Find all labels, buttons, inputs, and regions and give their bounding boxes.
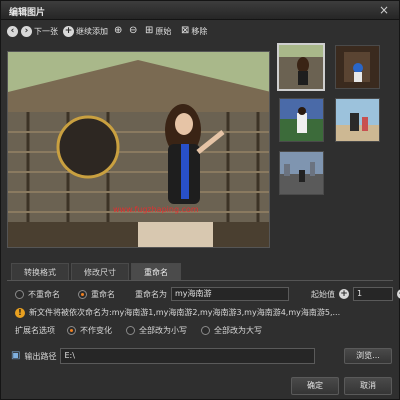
zoom-out-icon: ⊖ (129, 25, 138, 36)
no-rename-radio[interactable] (15, 289, 24, 299)
rename-preview-text: 新文件将被依次命名为:my海南游1,my海南游2,my海南游3,my海南游4,m… (29, 308, 341, 317)
next-button[interactable]: › 下一张 (21, 24, 58, 38)
no-rename-label: 不重命名 (28, 289, 60, 299)
rename-panel: 不重命名 重命名 重命名为 my海南游 起始值 + 1 − ! 新文件将被依次命… (7, 280, 400, 342)
edit-image-dialog: 编辑图片 × ‹ › 下一张 + 继续添加 ⊕ ⊖ ⊞ 原始 ⊠ 移除 www.… (0, 0, 400, 400)
start-value-input[interactable]: 1 (353, 287, 393, 301)
tab-convert-format[interactable]: 转换格式 (11, 263, 69, 281)
zoom-in-icon: ⊕ (114, 25, 123, 36)
ext-lower-radio[interactable] (126, 326, 135, 335)
rename-label: 重命名 (91, 289, 115, 299)
extension-label: 扩展名选项 (15, 326, 55, 335)
folder-icon: ▣ (11, 350, 21, 361)
arrow-left-icon: ‹ (7, 25, 18, 37)
thumbnail-photo (336, 46, 379, 88)
thumbnail-1[interactable] (277, 43, 325, 91)
output-path-label: 输出路径 (24, 351, 57, 361)
zoom-out-button[interactable]: ⊖ (129, 24, 137, 38)
thumbnail-2[interactable] (335, 45, 380, 89)
thumbnail-photo (336, 99, 379, 141)
next-label: 下一张 (34, 26, 58, 36)
thumbnail-3[interactable] (279, 98, 324, 142)
ext-keep-label: 不作变化 (80, 326, 112, 335)
ok-button[interactable]: 确定 (291, 377, 339, 395)
ext-upper-label: 全部改为大写 (214, 326, 262, 335)
thumbnail-strip (277, 43, 385, 253)
preview-photo: www.fugzhaping.com (8, 52, 269, 247)
close-icon[interactable]: × (377, 3, 391, 17)
tab-resize[interactable]: 修改尺寸 (71, 263, 129, 281)
rename-radio[interactable] (78, 289, 87, 299)
increment-icon[interactable]: + (339, 289, 349, 299)
remove-icon: ⊠ (181, 25, 190, 36)
toolbar: ‹ › 下一张 + 继续添加 ⊕ ⊖ ⊞ 原始 ⊠ 移除 (1, 21, 399, 41)
prev-button[interactable]: ‹ (7, 24, 18, 38)
extension-options-row: 扩展名选项 不作变化 全部改为小写 全部改为大写 (15, 325, 262, 336)
thumbnail-photo (279, 45, 323, 89)
browse-button[interactable]: 浏览... (344, 348, 392, 364)
cancel-button[interactable]: 取消 (344, 377, 392, 395)
thumbnail-photo (280, 152, 323, 194)
remove-label: 移除 (191, 26, 208, 36)
ext-lower-label: 全部改为小写 (139, 326, 187, 335)
ext-keep-radio[interactable] (67, 326, 76, 335)
original-size-label: 原始 (155, 26, 172, 36)
info-icon: ! (15, 307, 25, 318)
tab-bar: 转换格式 修改尺寸 重命名 (11, 263, 181, 281)
window-title: 编辑图片 (9, 8, 46, 18)
rename-options-row: 不重命名 重命名 重命名为 my海南游 起始值 + 1 − (15, 287, 400, 301)
thumbnail-photo (280, 99, 323, 141)
thumbnail-4[interactable] (335, 98, 380, 142)
output-path-row: ▣ 输出路径 E:\ (11, 348, 316, 364)
original-size-button[interactable]: ⊞ 原始 (145, 24, 171, 38)
rename-as-label: 重命名为 (135, 289, 167, 299)
image-preview: www.fugzhaping.com (7, 51, 270, 248)
add-more-label: 继续添加 (76, 26, 108, 36)
ext-upper-radio[interactable] (201, 326, 210, 335)
output-path-input[interactable]: E:\ (60, 348, 316, 364)
watermark-text: www.fugzhaping.com (113, 205, 199, 214)
zoom-in-button[interactable]: ⊕ (114, 24, 122, 38)
arrow-right-icon: › (21, 25, 32, 37)
add-more-button[interactable]: + 继续添加 (63, 24, 108, 38)
thumbnail-5[interactable] (279, 151, 324, 195)
fit-original-icon: ⊞ (145, 25, 154, 36)
remove-button[interactable]: ⊠ 移除 (181, 24, 207, 38)
rename-pattern-input[interactable]: my海南游 (171, 287, 289, 301)
title-bar: 编辑图片 × (1, 1, 399, 20)
rename-preview-row: ! 新文件将被依次命名为:my海南游1,my海南游2,my海南游3,my海南游4… (15, 307, 340, 318)
start-value-label: 起始值 (311, 289, 335, 299)
tab-rename[interactable]: 重命名 (131, 263, 181, 281)
plus-icon: + (63, 25, 74, 37)
